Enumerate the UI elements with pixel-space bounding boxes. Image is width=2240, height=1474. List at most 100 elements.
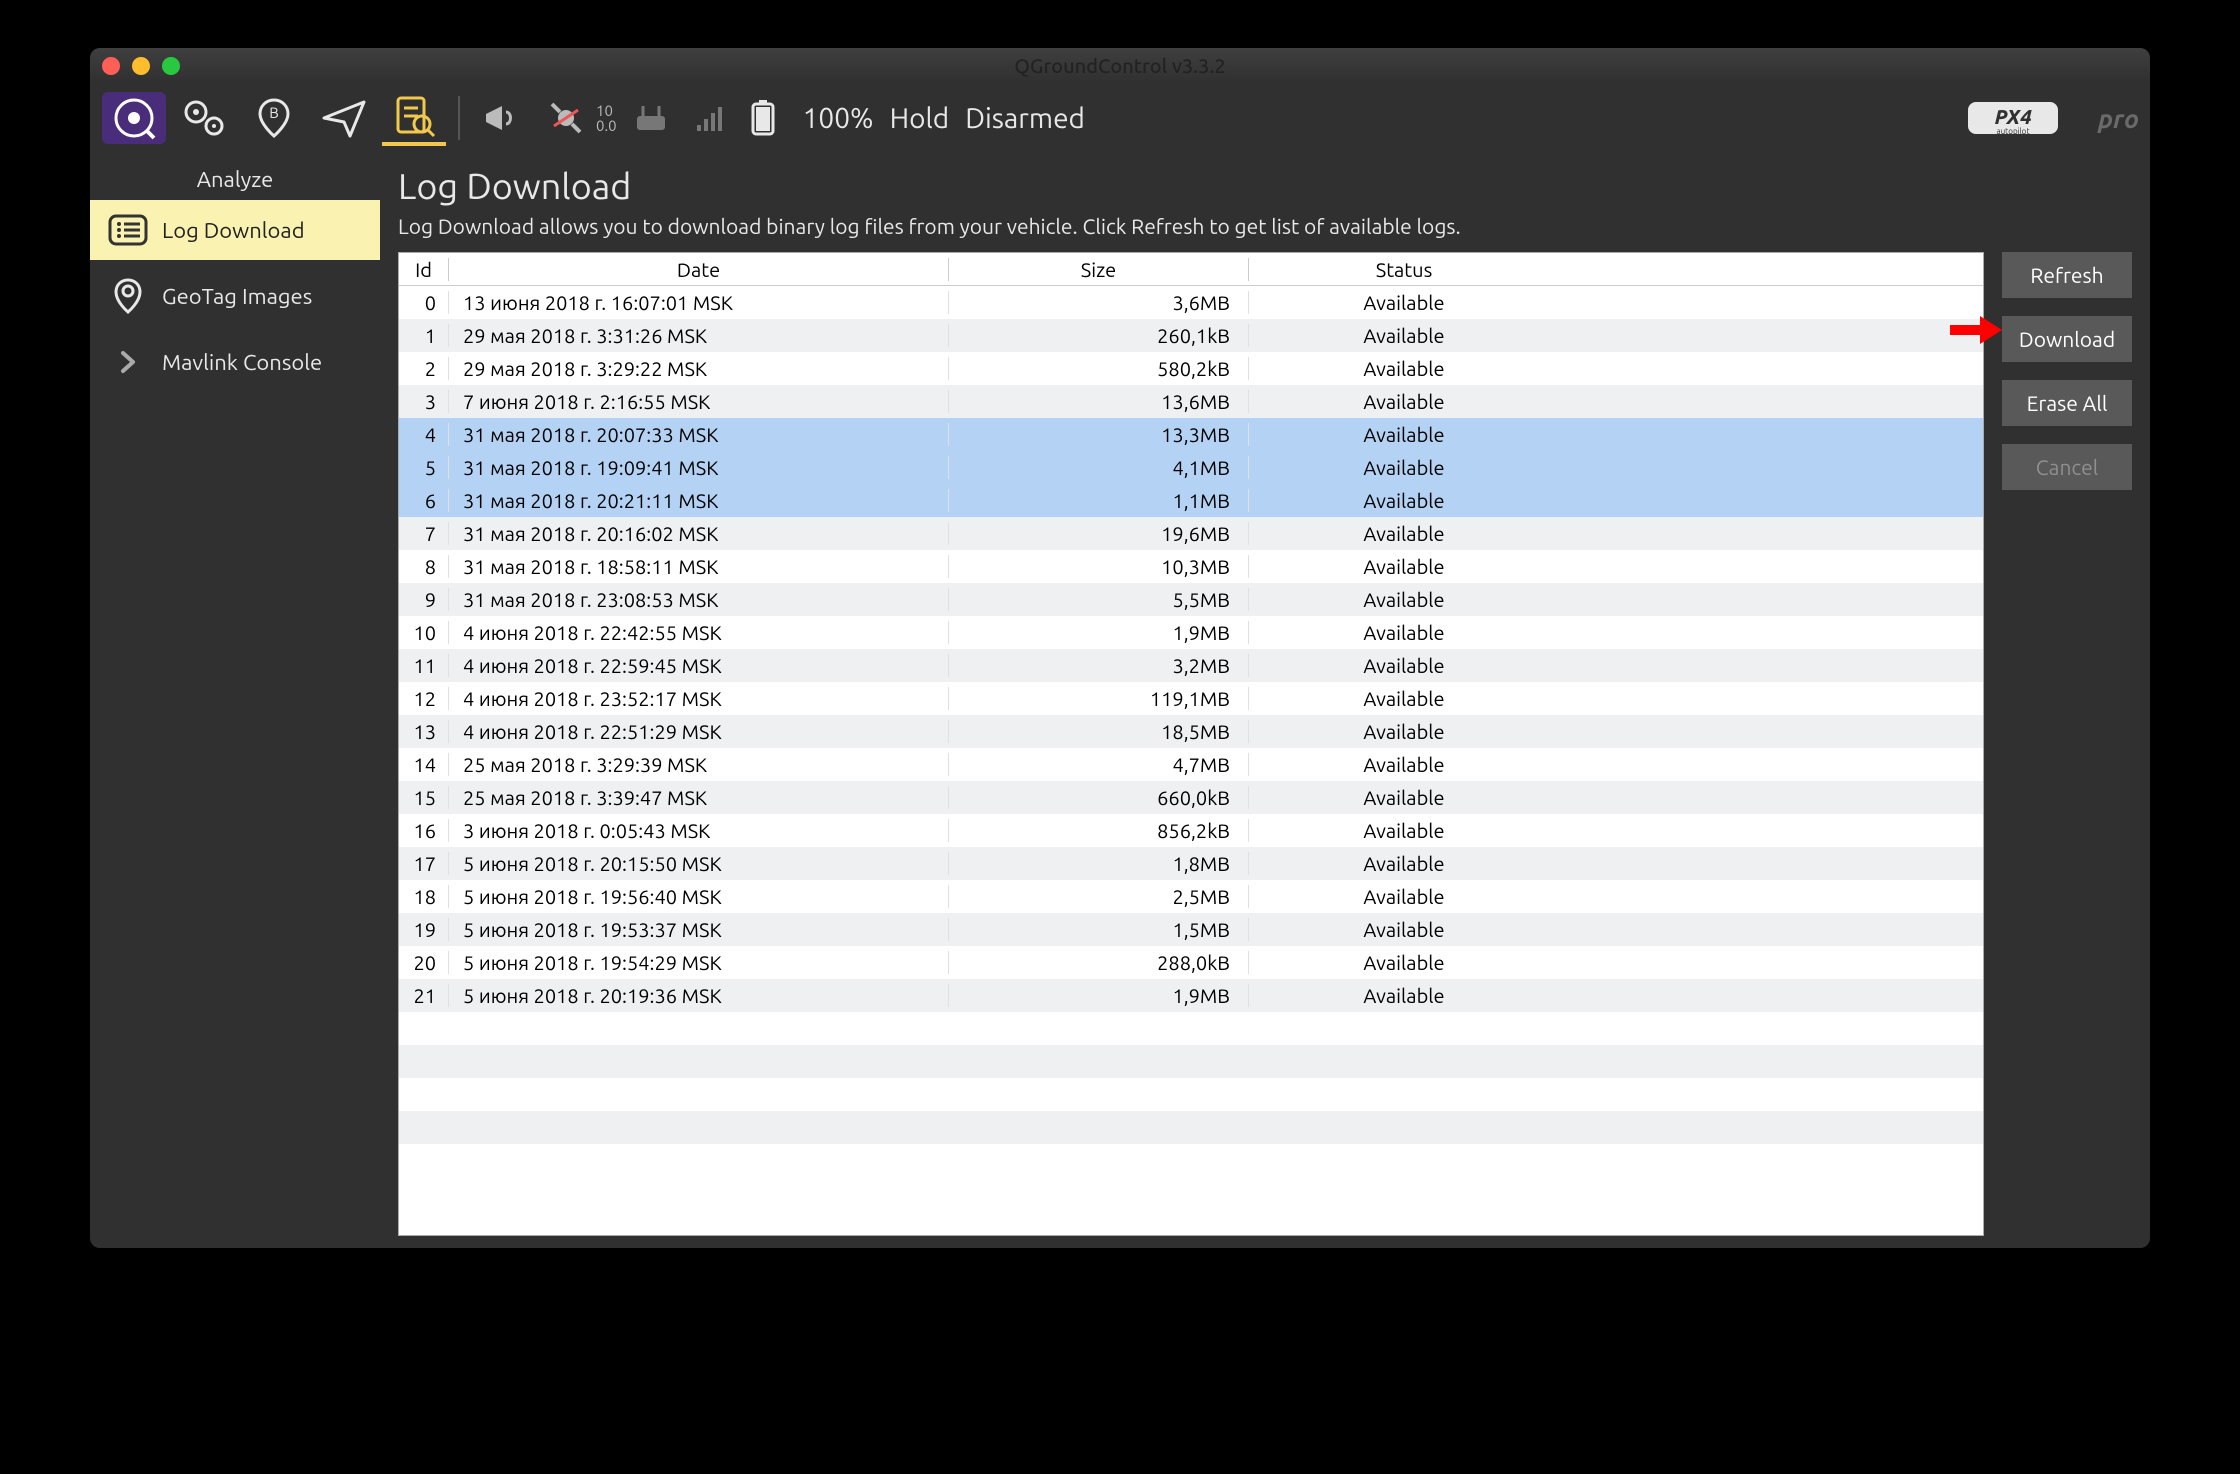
svg-text:PX4: PX4 [1995, 105, 2033, 128]
cell-size: 260,1kB [949, 324, 1249, 347]
cell-status: Available [1249, 654, 1559, 677]
cell-size: 19,6MB [949, 522, 1249, 545]
cell-date: 31 мая 2018 г. 23:08:53 MSK [449, 588, 949, 611]
table-row-empty [399, 1078, 1983, 1111]
table-row[interactable]: 195 июня 2018 г. 19:53:37 MSK1,5MBAvaila… [399, 913, 1983, 946]
table-row[interactable]: 163 июня 2018 г. 0:05:43 MSK856,2kBAvail… [399, 814, 1983, 847]
location-icon[interactable]: B [242, 92, 306, 144]
log-table[interactable]: Id Date Size Status 013 июня 2018 г. 16:… [398, 252, 1984, 1236]
cell-size: 10,3MB [949, 555, 1249, 578]
table-row[interactable]: 205 июня 2018 г. 19:54:29 MSK288,0kBAvai… [399, 946, 1983, 979]
header-status[interactable]: Status [1249, 258, 1559, 281]
cell-status: Available [1249, 390, 1559, 413]
cell-size: 1,9MB [949, 621, 1249, 644]
table-row[interactable]: 1425 мая 2018 г. 3:29:39 MSK4,7MBAvailab… [399, 748, 1983, 781]
sidebar-item-label: GeoTag Images [162, 284, 312, 309]
cell-date: 25 мая 2018 г. 3:29:39 MSK [449, 753, 949, 776]
download-button[interactable]: Download [2002, 316, 2132, 362]
svg-text:autopilot: autopilot [1996, 127, 2030, 136]
svg-text:pro: pro [2097, 104, 2138, 133]
sidebar: Analyze Log Download GeoTag Images Mavli… [90, 153, 380, 1248]
flight-mode[interactable]: Hold [890, 103, 950, 134]
arm-state[interactable]: Disarmed [965, 103, 1085, 134]
cell-id: 9 [399, 588, 449, 611]
cell-id: 1 [399, 324, 449, 347]
titlebar: QGroundControl v3.3.2 [90, 48, 2150, 83]
cell-id: 2 [399, 357, 449, 380]
cell-id: 6 [399, 489, 449, 512]
svg-text:B: B [269, 104, 279, 121]
cell-id: 4 [399, 423, 449, 446]
cell-date: 31 мая 2018 г. 18:58:11 MSK [449, 555, 949, 578]
cell-status: Available [1249, 522, 1559, 545]
cell-id: 8 [399, 555, 449, 578]
table-row[interactable]: 185 июня 2018 г. 19:56:40 MSK2,5MBAvaila… [399, 880, 1983, 913]
cell-status: Available [1249, 555, 1559, 578]
cell-id: 14 [399, 753, 449, 776]
table-row[interactable]: 129 мая 2018 г. 3:31:26 MSK260,1kBAvaila… [399, 319, 1983, 352]
table-row[interactable]: 37 июня 2018 г. 2:16:55 MSK13,6MBAvailab… [399, 385, 1983, 418]
table-row[interactable]: 531 мая 2018 г. 19:09:41 MSK4,1MBAvailab… [399, 451, 1983, 484]
refresh-button[interactable]: Refresh [2002, 252, 2132, 298]
cell-date: 5 июня 2018 г. 19:56:40 MSK [449, 885, 949, 908]
table-row[interactable]: 229 мая 2018 г. 3:29:22 MSK580,2kBAvaila… [399, 352, 1983, 385]
cell-size: 13,6MB [949, 390, 1249, 413]
cell-id: 15 [399, 786, 449, 809]
sidebar-item-mavlink-console[interactable]: Mavlink Console [90, 332, 380, 392]
table-row[interactable]: 175 июня 2018 г. 20:15:50 MSK1,8MBAvaila… [399, 847, 1983, 880]
table-row[interactable]: 124 июня 2018 г. 23:52:17 MSK119,1MBAvai… [399, 682, 1983, 715]
analyze-doc-icon[interactable] [382, 90, 446, 146]
erase-all-button[interactable]: Erase All [2002, 380, 2132, 426]
cell-date: 31 мая 2018 г. 20:07:33 MSK [449, 423, 949, 446]
cell-date: 5 июня 2018 г. 19:53:37 MSK [449, 918, 949, 941]
table-header-row: Id Date Size Status [399, 253, 1983, 286]
cell-size: 1,1MB [949, 489, 1249, 512]
cell-date: 5 июня 2018 г. 20:15:50 MSK [449, 852, 949, 875]
table-row[interactable]: 114 июня 2018 г. 22:59:45 MSK3,2MBAvaila… [399, 649, 1983, 682]
table-row[interactable]: 831 мая 2018 г. 18:58:11 MSK10,3MBAvaila… [399, 550, 1983, 583]
table-row[interactable]: 013 июня 2018 г. 16:07:01 MSK3,6MBAvaila… [399, 286, 1983, 319]
cell-status: Available [1249, 720, 1559, 743]
cancel-button: Cancel [2002, 444, 2132, 490]
cell-size: 1,5MB [949, 918, 1249, 941]
table-row[interactable]: 134 июня 2018 г. 22:51:29 MSK18,5MBAvail… [399, 715, 1983, 748]
page-title: Log Download [398, 165, 2132, 206]
table-row[interactable]: 431 мая 2018 г. 20:07:33 MSK13,3MBAvaila… [399, 418, 1983, 451]
cell-status: Available [1249, 753, 1559, 776]
cell-id: 0 [399, 291, 449, 314]
cell-date: 25 мая 2018 г. 3:39:47 MSK [449, 786, 949, 809]
table-row[interactable]: 104 июня 2018 г. 22:42:55 MSK1,9MBAvaila… [399, 616, 1983, 649]
cell-status: Available [1249, 324, 1559, 347]
cell-date: 13 июня 2018 г. 16:07:01 MSK [449, 291, 949, 314]
action-buttons: Refresh Download Erase All Cancel [2002, 252, 2132, 1236]
header-size[interactable]: Size [949, 258, 1249, 281]
cell-status: Available [1249, 588, 1559, 611]
table-row[interactable]: 1525 мая 2018 г. 3:39:47 MSK660,0kBAvail… [399, 781, 1983, 814]
window-title: QGroundControl v3.3.2 [90, 54, 2150, 77]
cell-status: Available [1249, 984, 1559, 1007]
cell-size: 1,9MB [949, 984, 1249, 1007]
gps-counter: 10 0.0 [596, 103, 617, 133]
paper-plane-icon[interactable] [310, 92, 378, 144]
header-date[interactable]: Date [449, 258, 949, 281]
table-row[interactable]: 931 мая 2018 г. 23:08:53 MSK5,5MBAvailab… [399, 583, 1983, 616]
cell-status: Available [1249, 687, 1559, 710]
cell-size: 580,2kB [949, 357, 1249, 380]
qgc-logo-button[interactable] [102, 92, 166, 144]
sidebar-item-geotag[interactable]: GeoTag Images [90, 266, 380, 326]
satellite-icon[interactable] [536, 94, 596, 142]
cell-size: 5,5MB [949, 588, 1249, 611]
annotation-arrow-icon [1950, 312, 2002, 348]
settings-gears-icon[interactable] [170, 92, 238, 144]
megaphone-icon[interactable] [472, 94, 532, 142]
sidebar-item-log-download[interactable]: Log Download [90, 200, 380, 260]
cell-status: Available [1249, 819, 1559, 842]
cell-id: 17 [399, 852, 449, 875]
table-row[interactable]: 631 мая 2018 г. 20:21:11 MSK1,1MBAvailab… [399, 484, 1983, 517]
table-row[interactable]: 731 мая 2018 г. 20:16:02 MSK19,6MBAvaila… [399, 517, 1983, 550]
cell-status: Available [1249, 852, 1559, 875]
header-id[interactable]: Id [399, 258, 449, 281]
battery-icon [739, 94, 787, 142]
battery-percent: 100% [803, 103, 874, 134]
table-row[interactable]: 215 июня 2018 г. 20:19:36 MSK1,9MBAvaila… [399, 979, 1983, 1012]
